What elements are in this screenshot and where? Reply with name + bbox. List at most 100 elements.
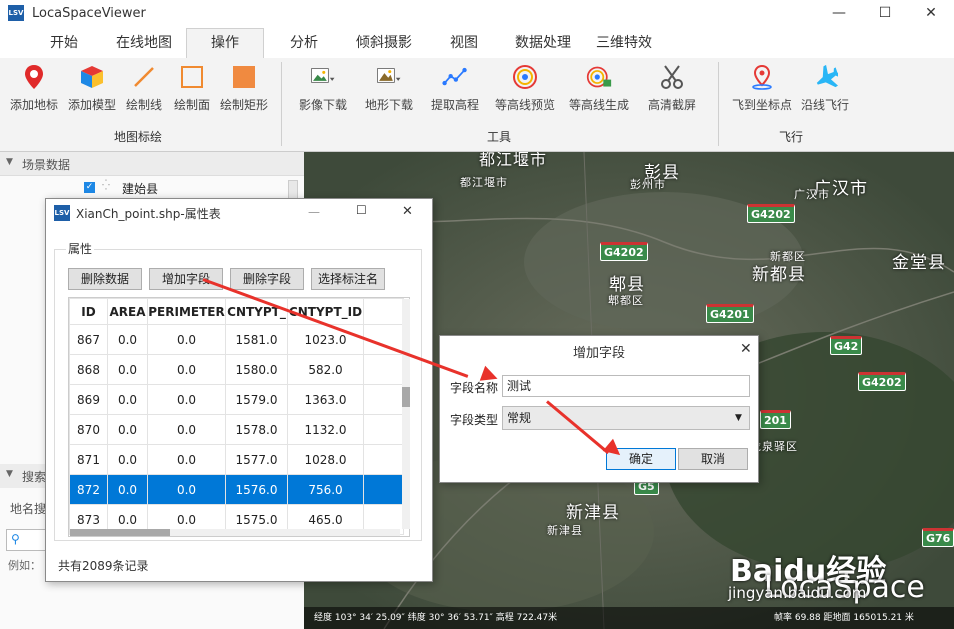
table-cell[interactable]: 0.0	[107, 384, 148, 415]
column-header-area[interactable]: AREA	[107, 298, 148, 325]
table-cell[interactable]: 0.0	[107, 324, 148, 355]
delete-field-button[interactable]: 删除字段	[230, 268, 304, 290]
table-cell[interactable]: 0.0	[107, 354, 148, 385]
table-cell[interactable]: 0.0	[147, 444, 226, 475]
tab-operation[interactable]: 操作	[186, 28, 264, 58]
table-cell[interactable]: 1578.0	[225, 414, 288, 445]
rectangle-icon	[231, 64, 257, 90]
scrollbar-thumb[interactable]	[402, 387, 410, 407]
table-row[interactable]: 872 0.0 0.0 1576.0 756.0	[69, 474, 404, 505]
table-cell[interactable]: 872	[69, 474, 108, 505]
maximize-button[interactable]: ☐	[356, 203, 367, 217]
fly-to-point-button[interactable]: 飞到坐标点	[729, 64, 795, 113]
close-button[interactable]: ✕	[740, 341, 752, 357]
table-horizontal-scrollbar[interactable]	[70, 529, 400, 536]
hd-screenshot-button[interactable]: 高清截屏	[645, 64, 699, 113]
close-button[interactable]: ✕	[908, 0, 954, 26]
minimize-button[interactable]: —	[816, 0, 862, 26]
table-row[interactable]: 869 0.0 0.0 1579.0 1363.0	[69, 384, 404, 415]
draw-rectangle-label: 绘制矩形	[219, 98, 268, 112]
scene-data-header[interactable]: ▼ 场景数据	[0, 152, 304, 176]
maximize-button[interactable]: ☐	[862, 0, 908, 26]
table-cell[interactable]: 1023.0	[287, 324, 364, 355]
table-cell[interactable]: 1132.0	[287, 414, 364, 445]
tab-analysis[interactable]: 分析	[286, 32, 322, 58]
table-row[interactable]: 868 0.0 0.0 1580.0 582.0	[69, 354, 404, 385]
table-cell[interactable]: 1576.0	[225, 474, 288, 505]
search-input[interactable]: ⚲	[6, 529, 46, 551]
table-cell[interactable]	[363, 444, 404, 475]
table-cell[interactable]: 869	[69, 384, 108, 415]
select-label-name-button[interactable]: 选择标注名	[311, 268, 385, 290]
column-header-cntypt[interactable]: CNTYPT_	[225, 298, 288, 325]
contour-preview-button[interactable]: 等高线预览	[493, 64, 557, 113]
tab-oblique-photo[interactable]: 倾斜摄影	[352, 32, 416, 58]
tab-online-map[interactable]: 在线地图	[112, 32, 176, 58]
table-row[interactable]: 871 0.0 0.0 1577.0 1028.0	[69, 444, 404, 475]
cancel-button[interactable]: 取消	[678, 448, 748, 470]
minimize-button[interactable]: —	[308, 205, 320, 219]
table-cell[interactable]	[363, 354, 404, 385]
table-cell[interactable]	[363, 384, 404, 415]
table-cell[interactable]: 0.0	[107, 444, 148, 475]
column-header-perimeter[interactable]: PERIMETER	[147, 298, 226, 325]
field-type-label: 字段类型	[450, 413, 499, 427]
image-download-button[interactable]: 影像下载	[295, 64, 351, 113]
table-cell[interactable]: 0.0	[147, 354, 226, 385]
table-row[interactable]: 870 0.0 0.0 1578.0 1132.0	[69, 414, 404, 445]
delete-data-button[interactable]: 删除数据	[68, 268, 142, 290]
layer-checkbox[interactable]: ✓	[84, 182, 95, 193]
tab-view[interactable]: 视图	[446, 32, 482, 58]
table-cell[interactable]: 1363.0	[287, 384, 364, 415]
add-field-button[interactable]: 增加字段	[149, 268, 223, 290]
table-cell[interactable]: 0.0	[147, 414, 226, 445]
add-placemark-button[interactable]: 添加地标	[8, 64, 60, 113]
table-cell[interactable]	[363, 474, 404, 505]
tab-start[interactable]: 开始	[46, 32, 82, 58]
extract-elevation-button[interactable]: 提取高程	[428, 64, 482, 113]
table-cell[interactable]	[363, 414, 404, 445]
column-header-cntyptid[interactable]: CNTYPT_ID	[287, 298, 364, 325]
draw-rectangle-button[interactable]: 绘制矩形	[217, 64, 271, 113]
point-layer-icon: ⁛	[102, 180, 110, 191]
table-cell[interactable]: 0.0	[147, 324, 226, 355]
table-cell[interactable]: 1581.0	[225, 324, 288, 355]
tree-item-layer[interactable]: 建始县	[122, 180, 158, 197]
table-cell[interactable]: 0.0	[147, 474, 226, 505]
field-name-input[interactable]: 测试	[502, 375, 750, 397]
location-pin-icon	[749, 64, 775, 90]
field-type-select[interactable]: 常规 ▼	[502, 406, 750, 430]
table-vertical-scrollbar[interactable]	[402, 299, 410, 529]
table-cell[interactable]: 1580.0	[225, 354, 288, 385]
table-cell[interactable]: 1577.0	[225, 444, 288, 475]
table-cell[interactable]: 1579.0	[225, 384, 288, 415]
elevation-chart-icon	[442, 64, 468, 90]
draw-polygon-button[interactable]: 绘制面	[170, 64, 214, 113]
table-cell[interactable]: 867	[69, 324, 108, 355]
table-cell[interactable]: 0.0	[107, 474, 148, 505]
table-cell[interactable]: 1028.0	[287, 444, 364, 475]
fly-along-line-button[interactable]: 沿线飞行	[799, 64, 851, 113]
scrollbar-thumb[interactable]	[70, 529, 170, 536]
field-type-value: 常规	[507, 411, 532, 425]
add-model-button[interactable]: 添加模型	[66, 64, 118, 113]
table-cell[interactable]: 0.0	[147, 384, 226, 415]
collapse-arrow-icon: ▼	[6, 469, 13, 479]
map-label: 都江堰市	[460, 176, 508, 189]
column-header-id[interactable]: ID	[69, 298, 108, 325]
draw-line-button[interactable]: 绘制线	[122, 64, 166, 113]
table-cell[interactable]: 868	[69, 354, 108, 385]
table-cell[interactable]: 756.0	[287, 474, 364, 505]
table-cell[interactable]: 871	[69, 444, 108, 475]
close-button[interactable]: ✕	[402, 204, 413, 219]
road-sign: G4202	[600, 242, 648, 261]
table-cell[interactable]: 582.0	[287, 354, 364, 385]
attr-window-titlebar[interactable]: LSV XianCh_point.shp-属性表 — ☐ ✕	[46, 199, 432, 227]
terrain-download-button[interactable]: 地形下载	[361, 64, 417, 113]
table-cell[interactable]: 0.0	[107, 414, 148, 445]
tab-3d-effects[interactable]: 三维特效	[592, 32, 656, 58]
table-row[interactable]: 867 0.0 0.0 1581.0 1023.0	[69, 324, 404, 355]
table-cell[interactable]: 870	[69, 414, 108, 445]
tab-data-processing[interactable]: 数据处理	[511, 32, 575, 58]
contour-generate-button[interactable]: 等高线生成	[567, 64, 631, 113]
